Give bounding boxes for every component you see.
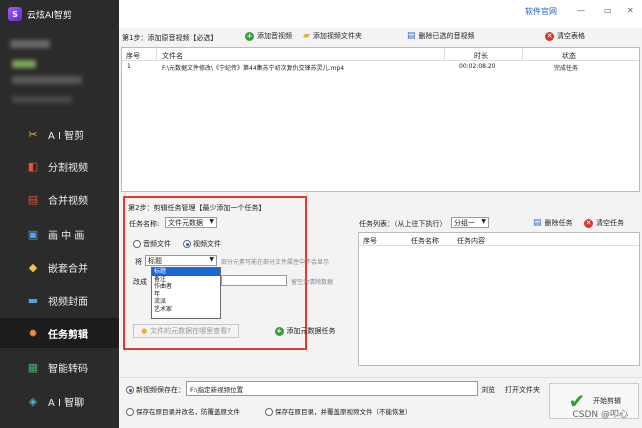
task-name-label: 任务名称: <box>129 220 160 228</box>
lightbulb-icon: ● <box>141 327 148 335</box>
sidebar-item-task-edit[interactable]: ✹ 任务剪辑 <box>0 318 119 348</box>
delete-list-icon: ▤ <box>533 218 542 228</box>
step2-label: 第2步：剪辑任务管理【最少添加一个任务】 <box>128 204 266 212</box>
sidebar-item-ai-cut[interactable]: ✂ A I 智剪 <box>0 119 119 149</box>
ai-cut-icon: ✂ <box>28 127 38 141</box>
save-overwrite-radio[interactable]: 保存在原目录，并覆盖原视频文件（不能恢复） <box>265 406 412 416</box>
clear-table-button[interactable]: ✕ 清空表格 <box>545 31 585 41</box>
chevron-down-icon: ▼ <box>209 218 214 225</box>
chevron-down-icon: ▼ <box>209 256 214 263</box>
task-edit-icon: ✹ <box>28 326 38 340</box>
dropdown-option[interactable]: 艺术家 <box>152 306 220 314</box>
dropdown-option[interactable]: 流派 <box>152 298 220 306</box>
task-name-select[interactable]: 文件元数据 ▼ <box>165 217 217 228</box>
add-metadata-task-button[interactable]: + 添加元数据任务 <box>262 320 348 342</box>
save-rename-radio-button[interactable] <box>126 408 134 416</box>
sidebar-item-transcode[interactable]: ▦ 智能转码 <box>0 352 119 382</box>
add-av-button[interactable]: + 添加音视频 <box>245 31 292 41</box>
radio-video[interactable]: 视频文件 <box>183 239 221 249</box>
sidebar-item-nested-merge[interactable]: ◆ 嵌套合并 <box>0 252 119 282</box>
step2-panel: 第2步：剪辑任务管理【最少添加一个任务】 任务名称: 文件元数据 ▼ 音频文件 … <box>123 196 336 350</box>
blurred-user-info-4 <box>12 96 72 103</box>
minimize-icon[interactable]: — <box>577 6 585 15</box>
nested-merge-icon: ◆ <box>28 260 38 274</box>
where-metadata-button[interactable]: ● 文件的元数据在哪里查看? <box>133 324 239 338</box>
open-folder-button[interactable]: 打开文件夹 <box>505 385 540 395</box>
change-label: 改成 <box>133 278 147 286</box>
blurred-user-info <box>10 40 50 48</box>
save-new-radio-button[interactable] <box>126 386 134 394</box>
add-folder-button[interactable]: ▰ 添加视频文件夹 <box>303 31 362 41</box>
sidebar-item-merge-video[interactable]: ▤ 合并视频 <box>0 184 119 214</box>
group-select[interactable]: 分组一 ▼ <box>451 217 489 228</box>
hint-partial-display: 部分元素可能在部分文件属性中不会显示 <box>221 259 330 266</box>
maximize-icon[interactable]: ▭ <box>604 6 612 15</box>
task-table[interactable]: 序号 任务名称 任务内容 <box>358 232 640 366</box>
clear-icon: ✕ <box>584 218 593 228</box>
merge-video-icon: ▤ <box>27 192 39 206</box>
sidebar-item-ai-chat[interactable]: ◈ A I 智聊 <box>0 386 119 416</box>
radio-video-button[interactable] <box>183 240 191 248</box>
save-new-radio[interactable]: 新视频保存在： <box>126 385 185 395</box>
row-status: 完成任务 <box>554 65 579 72</box>
radio-audio[interactable]: 音频文件 <box>133 239 171 249</box>
radio-audio-button[interactable] <box>133 240 141 248</box>
row-filename: F:\元数据文件修改\《宁纪传》第44集苏宁初次复仇交锋苏灵儿.mp4 <box>162 65 345 72</box>
delete-selected-button[interactable]: ▤ 删除已选的音视频 <box>407 31 475 41</box>
app-logo-icon: S <box>8 7 22 21</box>
main-panel: 软件官网 — ▭ ✕ 第1步：添加原音视频【必选】 + 添加音视频 ▰ 添加视频… <box>119 0 642 428</box>
browse-button[interactable]: 浏览 <box>481 385 495 395</box>
clear-task-button[interactable]: ✕ 清空任务 <box>584 218 624 228</box>
chevron-down-icon: ▼ <box>481 218 486 225</box>
app-title-bar: S 云炫AI智剪 <box>8 5 118 23</box>
ai-chat-icon: ◈ <box>28 394 38 408</box>
sidebar-item-split-video[interactable]: ◧ 分割视频 <box>0 151 119 181</box>
row-duration: 00:02:08.20 <box>459 63 496 70</box>
sidebar-item-picture-in-picture[interactable]: ▣ 画 中 画 <box>0 219 119 249</box>
add-icon: + <box>274 326 284 336</box>
file-table[interactable]: 序号 文件名 时长 状态 1 F:\元数据文件修改\《宁纪传》第44集苏宁初次复… <box>121 47 640 192</box>
save-overwrite-radio-button[interactable] <box>265 408 273 416</box>
row-index: 1 <box>127 63 131 70</box>
save-rename-radio[interactable]: 保存在原目录并改名，防覆盖原文件 <box>126 406 240 416</box>
step1-label: 第1步：添加原音视频【必选】 <box>122 34 218 42</box>
transcode-icon: ▦ <box>27 360 39 374</box>
field-select[interactable]: 标题 ▼ <box>145 255 217 266</box>
video-cover-icon: ▬ <box>27 293 39 307</box>
picture-in-picture-icon: ▣ <box>27 227 39 241</box>
sidebar: S 云炫AI智剪 ✂ A I 智剪 ◧ 分割视频 ▤ 合并视频 ▣ 画 中 画 … <box>0 0 119 428</box>
delete-task-button[interactable]: ▤ 删除任务 <box>533 218 573 228</box>
official-site-link[interactable]: 软件官网 <box>525 6 557 17</box>
app-title: 云炫AI智剪 <box>27 10 72 21</box>
save-path-input[interactable]: F:\指定新视频位置 <box>186 381 478 396</box>
blurred-user-info-2 <box>12 60 36 68</box>
add-icon: + <box>245 31 254 41</box>
clear-icon: ✕ <box>545 31 554 41</box>
task-list-label: 任务列表：（从上往下执行） <box>359 220 447 228</box>
dropdown-option[interactable]: 作曲者 <box>152 283 220 291</box>
field-label: 将 <box>135 258 142 266</box>
top-bar: 软件官网 — ▭ ✕ <box>119 0 642 28</box>
field-dropdown-list[interactable]: 标题 备注 作曲者 年 流派 艺术家 <box>151 267 221 319</box>
change-value-input[interactable] <box>221 275 287 286</box>
hint-clear: 留空为清除数据 <box>291 279 334 286</box>
split-video-icon: ◧ <box>27 159 39 173</box>
folder-icon: ▰ <box>303 31 310 41</box>
watermark: CSDN @叩心 <box>572 410 628 420</box>
sidebar-item-video-cover[interactable]: ▬ 视频封面 <box>0 285 119 315</box>
delete-list-icon: ▤ <box>407 31 416 41</box>
dropdown-option[interactable]: 标题 <box>152 268 220 276</box>
close-icon[interactable]: ✕ <box>627 6 634 15</box>
blurred-user-info-3 <box>12 76 82 84</box>
